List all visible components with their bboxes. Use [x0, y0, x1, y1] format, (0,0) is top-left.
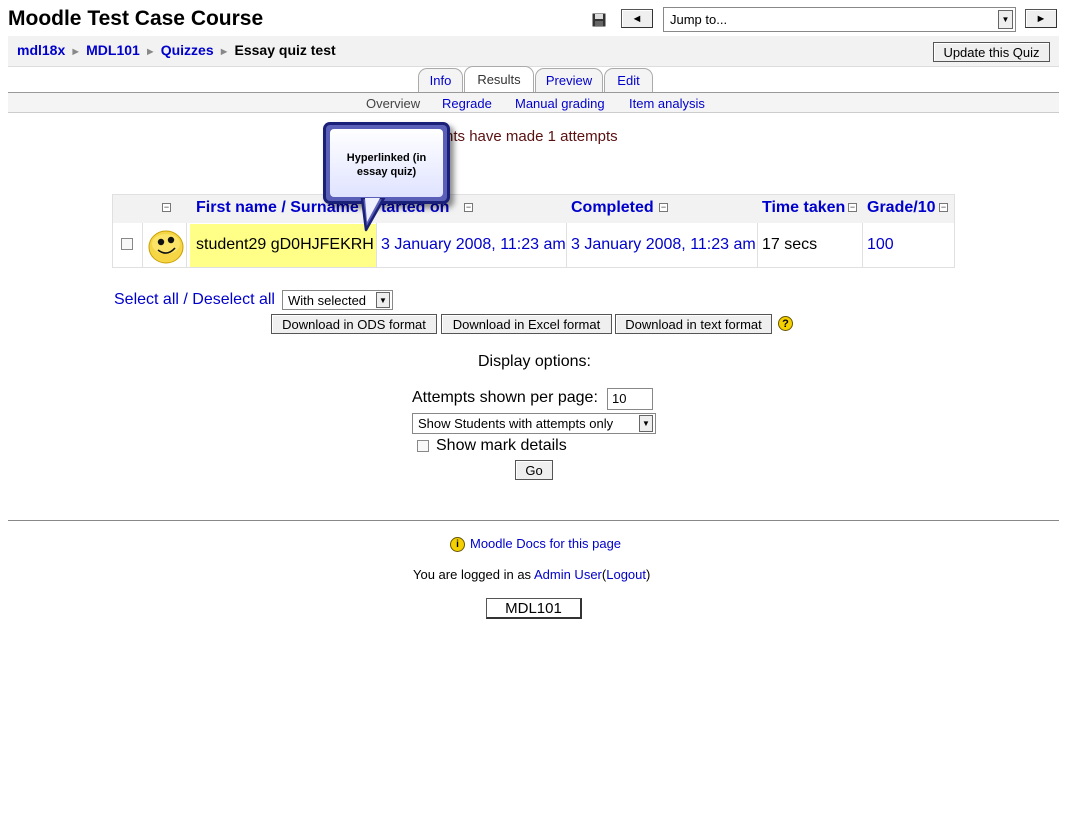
subtab-item-analysis[interactable]: Item analysis: [629, 96, 705, 111]
download-text-button[interactable]: Download in text format: [615, 314, 772, 334]
callout-text: Hyperlinked (in essay quiz): [330, 129, 443, 197]
jump-to-value: Jump to...: [670, 12, 728, 27]
subtab-overview[interactable]: Overview: [366, 96, 420, 111]
tab-results[interactable]: Results: [464, 66, 534, 92]
help-icon[interactable]: ?: [778, 316, 793, 331]
dropdown-arrow-icon[interactable]: ▼: [998, 10, 1013, 29]
download-excel-button[interactable]: Download in Excel format: [441, 314, 612, 334]
show-students-value: Show Students with attempts only: [418, 416, 614, 431]
callout-line-1: Hyperlinked (in: [346, 152, 427, 164]
breadcrumb: mdl18x ► MDL101 ► Quizzes ► Essay quiz test: [17, 42, 336, 58]
student-name-link[interactable]: student29 gD0HJFEKRH: [196, 236, 374, 254]
select-separator: /: [178, 291, 193, 308]
breadcrumb-separator-icon: ►: [218, 46, 230, 58]
breadcrumb-course[interactable]: MDL101: [86, 42, 140, 58]
column-divider: [757, 223, 758, 268]
column-divider: [862, 223, 863, 268]
avatar[interactable]: [148, 228, 184, 264]
show-students-dropdown[interactable]: Show Students with attempts only ▼: [412, 413, 656, 434]
callout-pointer-icon: [360, 198, 386, 232]
column-divider: [186, 223, 187, 268]
previous-arrow-button[interactable]: ◄: [621, 9, 653, 28]
select-all-link[interactable]: Select all: [114, 291, 179, 308]
started-on-link[interactable]: 3 January 2008, 11:23 am: [381, 236, 566, 254]
column-header-grade[interactable]: Grade/10: [867, 199, 935, 217]
show-mark-details-label[interactable]: Show mark details: [436, 437, 567, 455]
breadcrumb-quizzes[interactable]: Quizzes: [161, 42, 214, 58]
column-divider: [566, 223, 567, 268]
collapse-icon[interactable]: −: [848, 203, 857, 212]
collapse-icon[interactable]: −: [464, 203, 473, 212]
logout-link[interactable]: Logout: [606, 567, 646, 582]
navigation-bar: mdl18x ► MDL101 ► Quizzes ► Essay quiz test Up…: [8, 36, 1059, 67]
info-icon: i: [450, 537, 465, 552]
column-header-time-taken[interactable]: Time taken: [762, 199, 845, 217]
annotation-callout: Hyperlinked (in essay quiz): [323, 122, 450, 204]
collapse-icon[interactable]: −: [162, 203, 171, 212]
grade-link[interactable]: 100: [867, 236, 894, 254]
user-link[interactable]: Admin User: [534, 567, 602, 582]
course-home-button[interactable]: MDL101: [486, 598, 582, 619]
dropdown-arrow-icon[interactable]: ▼: [376, 292, 390, 308]
moodle-docs-link[interactable]: Moodle Docs for this page: [470, 536, 621, 551]
attempts-per-page-label: Attempts shown per page:: [412, 389, 598, 406]
column-header-completed[interactable]: Completed: [571, 199, 654, 217]
save-icon[interactable]: [592, 13, 606, 27]
select-controls: Select all / Deselect all: [114, 291, 275, 309]
right-arrow-icon: ►: [1035, 12, 1047, 25]
footer-divider: [8, 520, 1059, 521]
login-info: You are logged in as Admin User(Logout): [413, 567, 650, 582]
breadcrumb-current: Essay quiz test: [234, 42, 336, 58]
breadcrumb-separator-icon: ►: [144, 46, 156, 58]
with-selected-value: With selected: [288, 293, 367, 308]
go-button[interactable]: Go: [515, 460, 553, 480]
jump-to-select[interactable]: Jump to... ▼: [663, 7, 1016, 32]
paren-close: ): [646, 567, 651, 582]
deselect-all-link[interactable]: Deselect all: [192, 291, 275, 308]
row-checkbox[interactable]: [121, 238, 133, 250]
subtab-regrade[interactable]: Regrade: [442, 96, 492, 111]
login-prefix: You are logged in as: [413, 567, 534, 582]
callout-line-2: essay quiz): [356, 166, 417, 178]
left-arrow-icon: ◄: [631, 12, 643, 25]
tab-info[interactable]: Info: [418, 68, 463, 92]
display-options-title: Display options:: [478, 353, 591, 370]
dropdown-arrow-icon[interactable]: ▼: [639, 415, 653, 432]
with-selected-dropdown[interactable]: With selected ▼: [282, 290, 393, 310]
subtab-manual-grading[interactable]: Manual grading: [515, 96, 605, 111]
download-ods-button[interactable]: Download in ODS format: [271, 314, 437, 334]
show-mark-details-checkbox[interactable]: [417, 440, 429, 452]
tab-edit[interactable]: Edit: [604, 68, 653, 92]
next-arrow-button[interactable]: ►: [1025, 9, 1057, 28]
course-title: Moodle Test Case Course: [8, 7, 264, 30]
column-divider: [142, 223, 143, 268]
breadcrumb-separator-icon: ►: [70, 46, 82, 58]
tab-preview[interactable]: Preview: [535, 68, 603, 92]
update-quiz-button[interactable]: Update this Quiz: [933, 42, 1050, 62]
collapse-icon[interactable]: −: [939, 203, 948, 212]
time-taken-value: 17 secs: [762, 236, 818, 253]
attempts-per-page-input[interactable]: 10: [607, 388, 653, 410]
breadcrumb-site[interactable]: mdl18x: [17, 42, 65, 58]
completed-link[interactable]: 3 January 2008, 11:23 am: [571, 236, 756, 254]
collapse-icon[interactable]: −: [659, 203, 668, 212]
